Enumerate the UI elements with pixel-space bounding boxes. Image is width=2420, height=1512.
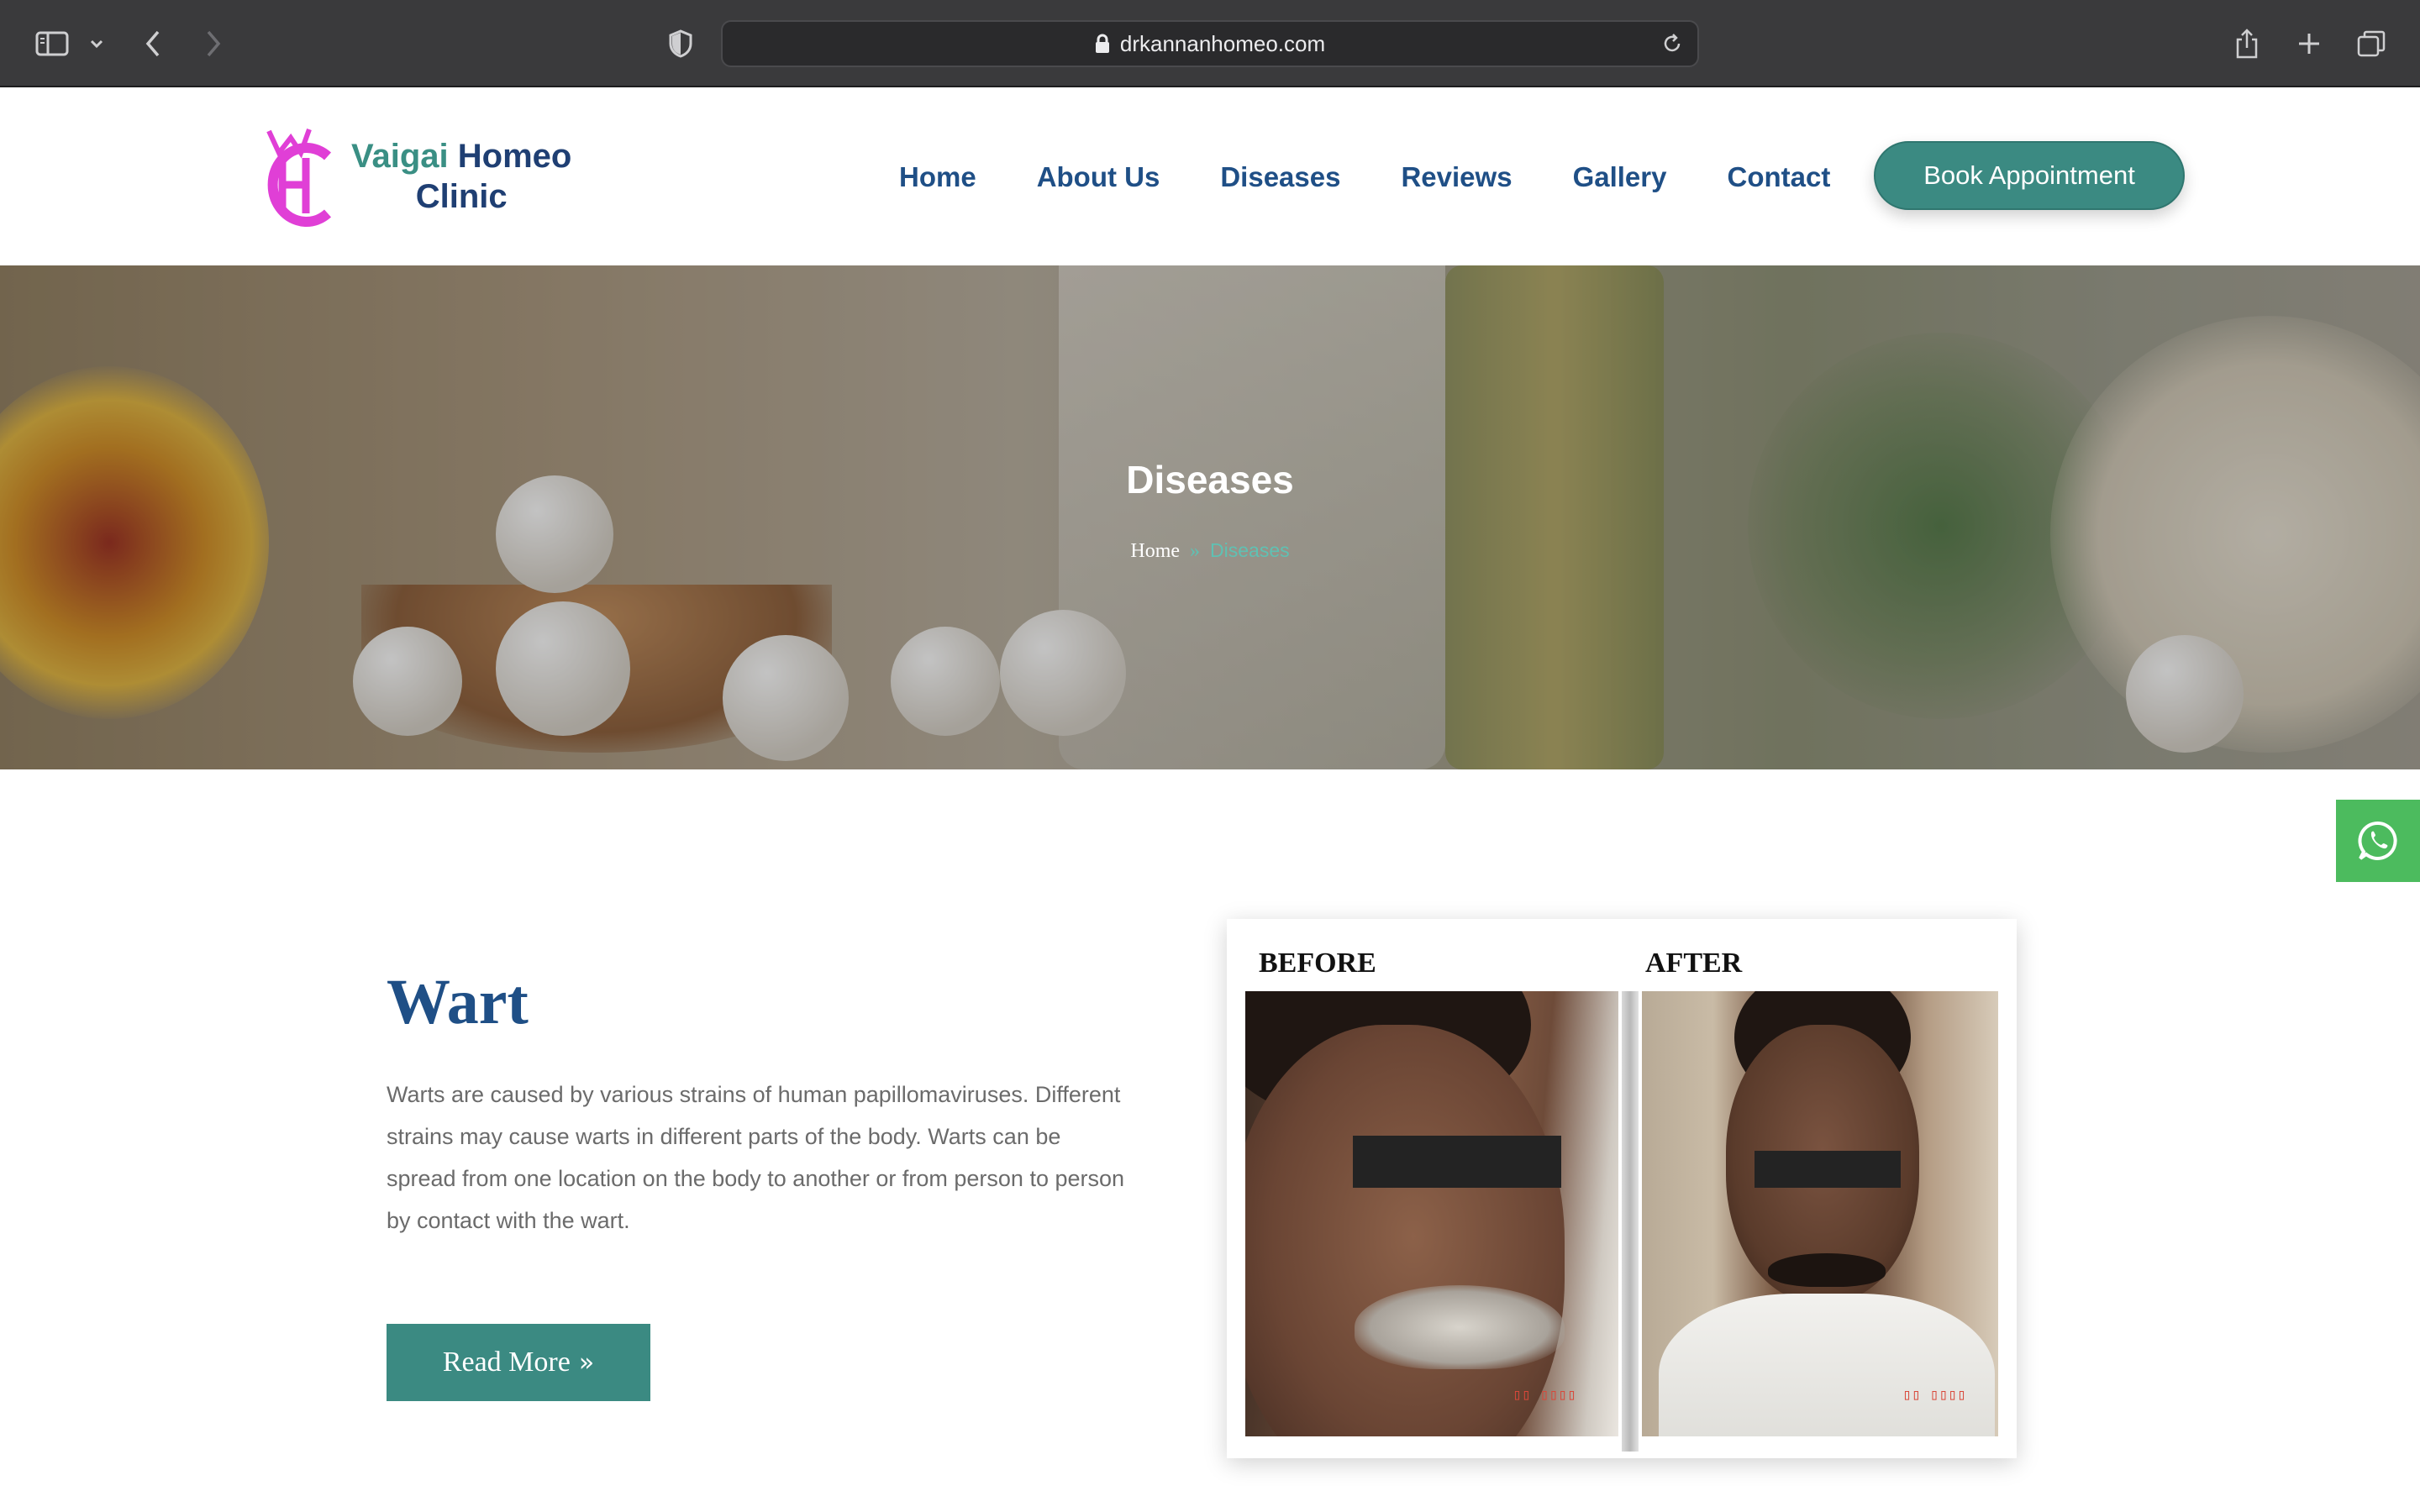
plus-icon <box>2299 34 2319 54</box>
photo-divider <box>1622 991 1639 1452</box>
disease-title: Wart <box>387 967 529 1037</box>
after-photo-mustache <box>1768 1253 1886 1287</box>
nav-reviews[interactable]: Reviews <box>1401 148 1512 207</box>
after-label: AFTER <box>1645 948 1743 979</box>
breadcrumb-current: Diseases <box>1210 539 1290 561</box>
after-photo-shirt <box>1659 1294 1995 1436</box>
tab-overview-button[interactable] <box>2351 24 2391 64</box>
read-more-label: Read More <box>442 1347 571 1378</box>
privacy-report-button[interactable] <box>660 24 701 64</box>
share-button[interactable] <box>2227 24 2267 64</box>
clinic-logo[interactable]: Vaigai Homeo Clinic <box>254 119 571 234</box>
site-header: Vaigai Homeo Clinic Home About Us Diseas… <box>0 89 2420 265</box>
breadcrumb-separator: » <box>1190 540 1201 562</box>
before-label: BEFORE <box>1259 948 1376 979</box>
breadcrumb-home[interactable]: Home <box>1130 540 1180 562</box>
page-hero-banner: Diseases Home » Diseases <box>0 265 2420 769</box>
shield-icon <box>669 29 692 58</box>
address-bar[interactable]: drkannanhomeo.com <box>721 20 1699 67</box>
whatsapp-icon <box>2358 821 2397 860</box>
nav-contact[interactable]: Contact <box>1727 148 1830 207</box>
chevron-down-icon <box>90 39 103 49</box>
hero-overlay <box>0 265 2420 769</box>
url-text: drkannanhomeo.com <box>1119 30 1326 56</box>
book-appointment-button[interactable]: Book Appointment <box>1874 141 2185 210</box>
before-photo-eye-bar <box>1353 1136 1561 1188</box>
reload-icon <box>1664 34 1681 52</box>
nav-home[interactable]: Home <box>899 148 976 207</box>
double-chevron-right-icon: » <box>578 1347 595 1378</box>
sidebar-menu-button[interactable] <box>82 24 111 64</box>
nav-about-us[interactable]: About Us <box>1037 148 1160 207</box>
after-photo-timestamp: ▯▯ ▯▯▯▯ <box>1902 1388 1966 1404</box>
logo-word-homeo: Homeo <box>457 138 572 175</box>
sidebar-toggle-button[interactable] <box>32 24 72 64</box>
reload-button[interactable] <box>1659 30 1686 57</box>
after-photo: ▯▯ ▯▯▯▯ <box>1642 991 1998 1436</box>
nav-diseases[interactable]: Diseases <box>1220 148 1340 207</box>
before-after-image: BEFORE AFTER ▯▯ ▯▯▯▯ ▯▯ ▯▯▯▯ <box>1227 919 2017 1458</box>
logo-word-clinic: Clinic <box>415 178 508 215</box>
before-photo-face <box>1245 1025 1565 1436</box>
browser-toolbar: drkannanhomeo.com <box>0 0 2420 87</box>
main-nav: Home About Us Diseases Reviews Gallery C… <box>899 148 1830 207</box>
before-photo: ▯▯ ▯▯▯▯ <box>1245 991 1618 1436</box>
sidebar-icon <box>35 31 69 56</box>
logo-word-vaigai: Vaigai <box>351 138 449 175</box>
forward-button[interactable] <box>195 24 232 64</box>
logo-mark <box>266 128 332 227</box>
chevron-left-icon <box>145 30 160 57</box>
read-more-button[interactable]: Read More » <box>387 1324 650 1401</box>
after-photo-eye-bar <box>1754 1151 1901 1188</box>
lock-icon <box>1095 34 1110 54</box>
whatsapp-button[interactable] <box>2336 800 2420 882</box>
before-photo-timestamp: ▯▯ ▯▯▯▯ <box>1512 1388 1576 1404</box>
logo-wordmark: Vaigai Homeo Clinic <box>351 136 571 217</box>
page-title: Diseases <box>1126 458 1294 501</box>
back-button[interactable] <box>134 24 171 64</box>
breadcrumb: Home » Diseases <box>0 539 2420 563</box>
before-photo-mustache <box>1355 1285 1565 1369</box>
nav-gallery[interactable]: Gallery <box>1573 148 1667 207</box>
tabs-icon <box>2357 30 2386 57</box>
chevron-right-icon <box>207 30 221 57</box>
share-icon <box>2236 29 2258 59</box>
new-tab-button[interactable] <box>2289 24 2329 64</box>
disease-description: Warts are caused by various strains of h… <box>387 1082 1125 1233</box>
